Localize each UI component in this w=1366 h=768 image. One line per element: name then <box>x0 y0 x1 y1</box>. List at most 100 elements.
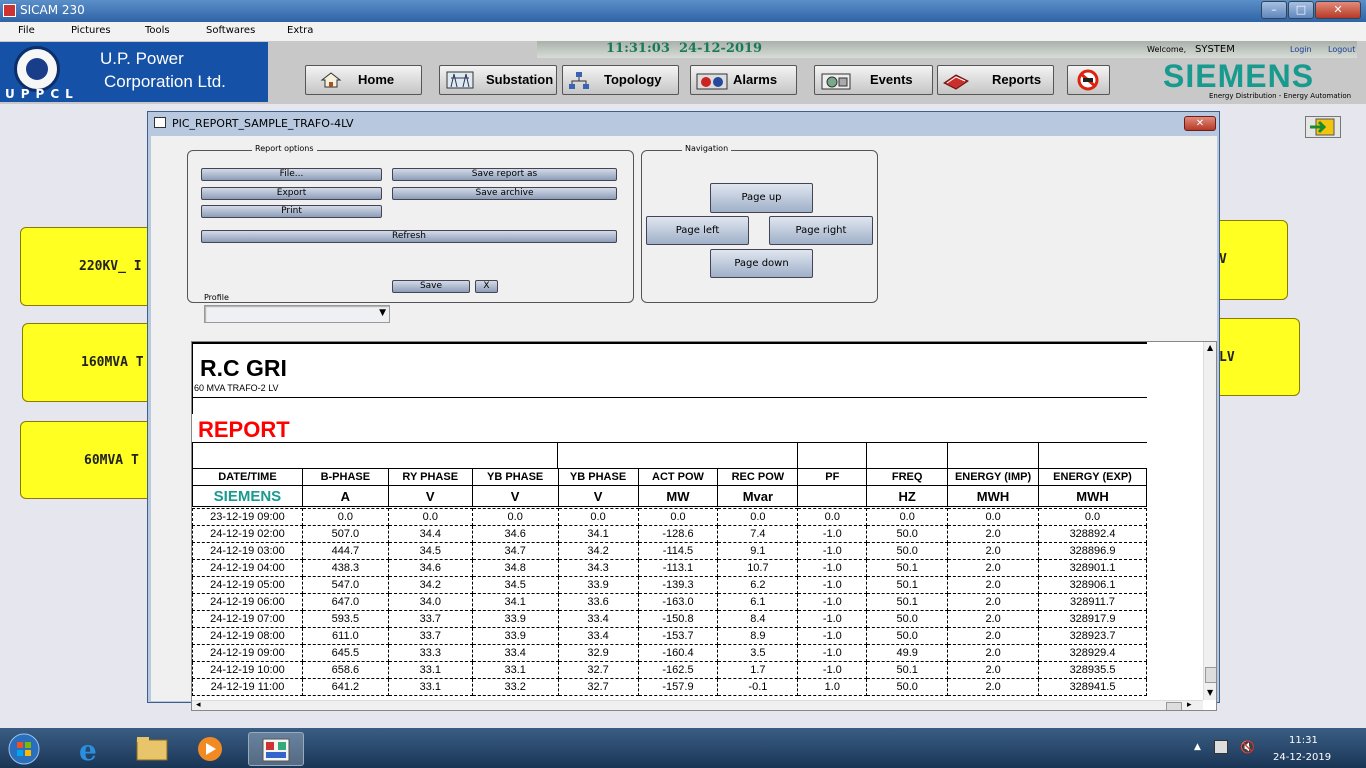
reports-button[interactable]: Reports <box>937 65 1054 95</box>
file-button[interactable]: File... <box>201 168 382 181</box>
menu-extra[interactable]: Extra <box>287 25 313 36</box>
menu-tools[interactable]: Tools <box>145 25 170 36</box>
table-cell: 34.5 <box>387 542 473 560</box>
table-cell: -157.9 <box>637 678 719 696</box>
menu-softwares[interactable]: Softwares <box>206 25 255 36</box>
table-cell: 34.1 <box>471 593 559 611</box>
table-cell: 611.0 <box>301 627 389 645</box>
table-cell: 33.9 <box>471 627 559 645</box>
tray-time[interactable]: 11:31 <box>1289 735 1318 746</box>
table-cell: 10.7 <box>717 559 799 577</box>
stop-button[interactable] <box>1067 65 1110 95</box>
horizontal-scrollbar[interactable]: ◂ ▸ <box>192 700 1203 710</box>
logout-link[interactable]: Logout <box>1328 45 1355 54</box>
tray-arrow-icon[interactable]: ▲ <box>1194 742 1201 752</box>
table-cell: 3.5 <box>717 644 799 662</box>
export-button[interactable]: Export <box>201 187 382 200</box>
table-cell: 328892.4 <box>1038 525 1147 543</box>
table-cell: 24-12-19 03:00 <box>192 542 303 560</box>
table-cell: 24-12-19 08:00 <box>192 627 303 645</box>
table-cell: 2.0 <box>947 661 1040 679</box>
table-cell: -1.0 <box>797 576 868 594</box>
substation-icon <box>446 71 474 89</box>
bg-button-60mva[interactable]: 60MVA T <box>20 421 160 499</box>
alarms-icon <box>696 71 730 90</box>
table-cell: 50.0 <box>866 610 949 628</box>
page-right-button[interactable]: Page right <box>769 216 873 245</box>
bg-button-right-1-label: V <box>1219 252 1227 267</box>
logo-line2: Corporation Ltd. <box>104 72 226 91</box>
folder-icon[interactable] <box>125 732 179 766</box>
scroll-left-icon[interactable]: ◂ <box>196 700 201 710</box>
report-data-table: 23-12-19 09:00 0.0 0.0 0.0 0.0 0.0 0.0 0.0 0.0 0.… <box>192 508 1147 696</box>
home-button[interactable]: Home <box>305 65 422 95</box>
minimize-button[interactable]: – <box>1261 1 1287 19</box>
report-options-title: Report options <box>252 144 317 153</box>
table-cell: 0.0 <box>797 508 868 526</box>
blank-row-div-5 <box>1038 442 1039 468</box>
app-icon <box>3 4 16 17</box>
table-cell: 33.3 <box>387 644 473 662</box>
profile-save-button[interactable]: Save <box>392 280 470 293</box>
horizontal-scroll-thumb[interactable] <box>1166 702 1182 710</box>
scroll-down-icon[interactable]: ▼ <box>1207 688 1213 697</box>
media-icon[interactable] <box>183 732 237 766</box>
table-cell: 2.0 <box>947 644 1040 662</box>
events-button[interactable]: Events <box>814 65 933 95</box>
table-cell: 0.0 <box>387 508 473 526</box>
bg-button-60mva-label: 60MVA T <box>84 453 139 468</box>
substation-button[interactable]: Substation <box>439 65 557 95</box>
table-cell: 2.0 <box>947 627 1040 645</box>
bg-button-220kv[interactable]: 220KV_ I <box>20 227 160 306</box>
menu-file[interactable]: File <box>18 25 35 36</box>
chevron-down-icon: ▼ <box>379 308 386 318</box>
table-cell: -113.1 <box>637 559 719 577</box>
profile-delete-button[interactable]: X <box>475 280 498 293</box>
scroll-right-icon[interactable]: ▸ <box>1187 700 1192 710</box>
column-header: B-PHASE <box>301 468 389 486</box>
sicam-icon[interactable] <box>248 732 304 766</box>
bg-button-160mva[interactable]: 160MVA T <box>22 323 162 402</box>
table-cell: 33.4 <box>557 610 639 628</box>
menu-pictures[interactable]: Pictures <box>71 25 111 36</box>
report-viewer[interactable]: R.C GRI 60 MVA TRAFO-2 LV REPORT DATE/TI… <box>191 341 1217 711</box>
table-cell: 0.0 <box>717 508 799 526</box>
events-label: Events <box>870 72 913 87</box>
unit-cell: Mvar <box>717 485 799 507</box>
page-down-button[interactable]: Page down <box>710 249 813 278</box>
volume-icon[interactable]: 🔇 <box>1240 740 1255 754</box>
table-row: 24-12-19 02:00 507.0 34.4 34.6 34.1 -128.6 7.4… <box>192 525 1147 543</box>
station-name: R.C GRI <box>200 355 287 381</box>
topology-label: Topology <box>604 72 662 87</box>
vertical-scrollbar[interactable]: ▲ ▼ <box>1203 342 1216 700</box>
tray-date[interactable]: 24-12-2019 <box>1273 752 1331 763</box>
save-archive-button[interactable]: Save archive <box>392 187 617 200</box>
profile-select[interactable]: ▼ <box>204 305 390 323</box>
login-link[interactable]: Login <box>1290 45 1312 54</box>
page-up-button[interactable]: Page up <box>710 183 813 213</box>
scroll-up-icon[interactable]: ▲ <box>1207 343 1213 352</box>
vertical-scroll-thumb[interactable] <box>1205 667 1216 683</box>
maximize-button[interactable]: □ <box>1288 1 1314 19</box>
table-row: 24-12-19 08:00 611.0 33.7 33.9 33.4 -153.7 8.9… <box>192 627 1147 645</box>
network-icon[interactable] <box>1214 740 1228 754</box>
close-button[interactable]: ✕ <box>1315 1 1361 19</box>
page-left-button[interactable]: Page left <box>646 216 749 245</box>
uppcl-logo: U.P. Power Corporation Ltd. UPPCL <box>0 42 268 102</box>
profile-label: Profile <box>204 293 229 302</box>
ie-icon[interactable]: e <box>63 732 117 767</box>
topology-button[interactable]: Topology <box>562 65 679 95</box>
table-cell: 6.1 <box>717 593 799 611</box>
exit-icon[interactable] <box>1305 116 1341 138</box>
windows-start-icon[interactable] <box>2 732 46 766</box>
table-cell: 33.4 <box>471 644 559 662</box>
dialog-close-button[interactable]: ✕ <box>1184 116 1216 131</box>
print-button[interactable]: Print <box>201 205 382 218</box>
table-cell: 34.4 <box>387 525 473 543</box>
save-report-as-button[interactable]: Save report as <box>392 168 617 181</box>
refresh-button[interactable]: Refresh <box>201 230 617 243</box>
alarms-button[interactable]: Alarms <box>690 65 797 95</box>
table-cell: 50.1 <box>866 576 949 594</box>
table-cell: 32.7 <box>557 678 639 696</box>
dialog-icon <box>154 117 166 128</box>
